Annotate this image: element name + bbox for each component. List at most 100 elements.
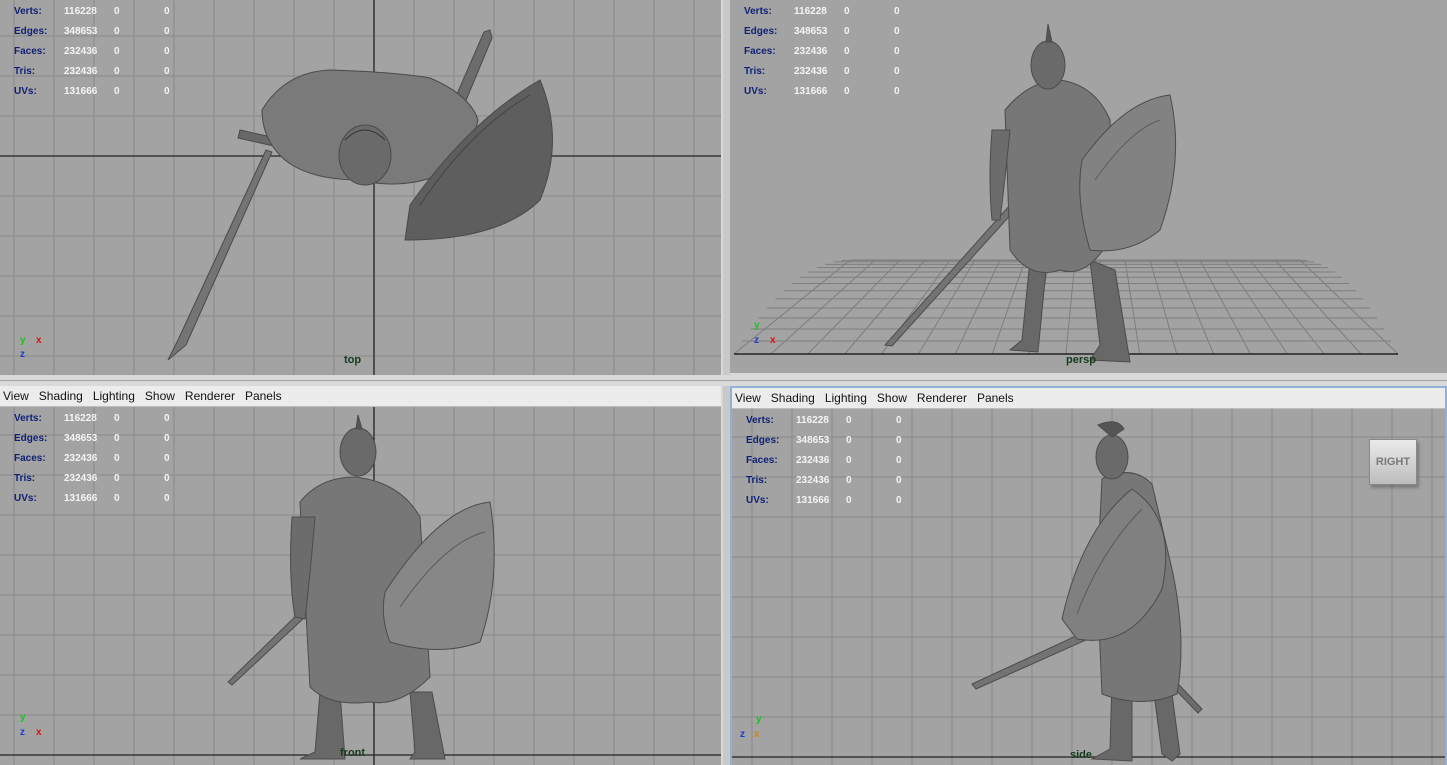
hud-label: Faces:	[746, 455, 778, 466]
menu-shading[interactable]: Shading	[39, 389, 83, 403]
hud-comp: 0	[894, 66, 900, 77]
hud-comp: 0	[164, 46, 170, 57]
axis-y-label: y	[20, 335, 26, 346]
hud-row: Faces: 232436 0 0	[744, 42, 944, 62]
hud-sel: 0	[844, 86, 850, 97]
hud-value: 232436	[794, 46, 828, 57]
menu-renderer[interactable]: Renderer	[185, 389, 235, 403]
menu-view[interactable]: View	[3, 389, 29, 403]
hud-comp: 0	[894, 26, 900, 37]
hud-row: Edges: 348653 0 0	[14, 22, 214, 42]
hud-row: Tris: 232436 0 0	[14, 469, 214, 489]
panel-menubar-side: View Shading Lighting Show Renderer Pane…	[732, 388, 1445, 409]
camera-label-front: front	[340, 747, 366, 759]
viewport-persp[interactable]: Verts: 116228 0 0 Edges: 348653 0 0 Faces: 232436…	[730, 0, 1447, 373]
hud-comp: 0	[164, 66, 170, 77]
viewport-pane-top[interactable]: Verts: 116228 0 0 Edges: 348653 0 0 Faces: 232436…	[0, 0, 723, 375]
viewport-pane-side[interactable]: View Shading Lighting Show Renderer Pane…	[730, 386, 1447, 765]
axis-z-label: z	[754, 335, 759, 346]
hud-sel: 0	[114, 493, 120, 504]
hud-row: Verts: 116228 0 0	[14, 2, 214, 22]
hud-value: 131666	[796, 495, 830, 506]
viewport-top[interactable]: Verts: 116228 0 0 Edges: 348653 0 0 Faces: 232436…	[0, 0, 721, 375]
hud-comp: 0	[896, 435, 902, 446]
hud-row: Edges: 348653 0 0	[14, 429, 214, 449]
hud-comp: 0	[164, 493, 170, 504]
menu-renderer[interactable]: Renderer	[917, 391, 967, 405]
hud-sel: 0	[114, 6, 120, 17]
hud-label: UVs:	[746, 495, 769, 506]
hud-value: 232436	[796, 455, 830, 466]
hud-comp: 0	[164, 433, 170, 444]
hud-label: Edges:	[14, 433, 48, 444]
axis-z-label: z	[20, 349, 25, 360]
hud-comp: 0	[164, 453, 170, 464]
menu-panels[interactable]: Panels	[245, 389, 282, 403]
viewport-side[interactable]: Verts: 116228 0 0 Edges: 348653 0 0 Faces: 232436…	[732, 409, 1445, 765]
hud-label: Tris:	[746, 475, 768, 486]
axis-x-label: x	[36, 335, 42, 346]
hud-value: 116228	[64, 6, 97, 17]
hud-stats-side: Verts: 116228 0 0 Edges: 348653 0 0 Faces: 232436…	[746, 411, 946, 511]
viewport-pane-persp[interactable]: Verts: 116228 0 0 Edges: 348653 0 0 Faces: 232436…	[730, 0, 1447, 375]
hud-sel: 0	[846, 455, 852, 466]
axis-y-label: y	[754, 320, 760, 331]
hud-comp: 0	[164, 413, 170, 424]
menu-lighting[interactable]: Lighting	[93, 389, 135, 403]
hud-value: 348653	[64, 26, 98, 37]
viewport-front[interactable]: Verts: 116228 0 0 Edges: 348653 0 0 Faces: 232436…	[0, 407, 721, 765]
menu-show[interactable]: Show	[145, 389, 175, 403]
hud-comp: 0	[164, 473, 170, 484]
hud-value: 116228	[794, 6, 827, 17]
hud-comp: 0	[896, 495, 902, 506]
hud-comp: 0	[164, 86, 170, 97]
hud-label: Tris:	[14, 66, 36, 77]
hud-row: UVs: 131666 0 0	[744, 82, 944, 102]
hud-label: UVs:	[14, 86, 37, 97]
panel-menubar-front: View Shading Lighting Show Renderer Pane…	[0, 386, 721, 407]
hud-label: Verts:	[744, 6, 772, 17]
viewcube[interactable]: RIGHT	[1369, 439, 1417, 485]
hud-comp: 0	[164, 26, 170, 37]
axis-y-label: y	[20, 712, 26, 723]
hud-sel: 0	[114, 453, 120, 464]
viewport-pane-front[interactable]: View Shading Lighting Show Renderer Pane…	[0, 386, 723, 765]
hud-label: UVs:	[744, 86, 767, 97]
hud-row: Faces: 232436 0 0	[14, 42, 214, 62]
hud-value: 232436	[796, 475, 830, 486]
menu-view[interactable]: View	[735, 391, 761, 405]
hud-sel: 0	[114, 86, 120, 97]
menu-lighting[interactable]: Lighting	[825, 391, 867, 405]
hud-value: 232436	[64, 473, 98, 484]
camera-label-top: top	[344, 354, 362, 366]
axis-y-label: y	[756, 714, 762, 725]
menu-show[interactable]: Show	[877, 391, 907, 405]
hud-value: 348653	[794, 26, 828, 37]
menu-shading[interactable]: Shading	[771, 391, 815, 405]
hud-sel: 0	[114, 433, 120, 444]
hud-label: Tris:	[744, 66, 766, 77]
axis-x-label: x	[754, 729, 760, 740]
model-side-view	[971, 421, 1203, 762]
hud-row: UVs: 131666 0 0	[14, 82, 214, 102]
hud-sel: 0	[844, 6, 850, 17]
axis-x-label: x	[36, 727, 42, 738]
hud-sel: 0	[844, 46, 850, 57]
hud-sel: 0	[114, 413, 120, 424]
hud-value: 348653	[64, 433, 98, 444]
hud-value: 232436	[64, 46, 98, 57]
hud-comp: 0	[896, 455, 902, 466]
hud-comp: 0	[894, 46, 900, 57]
hud-sel: 0	[114, 473, 120, 484]
menu-panels[interactable]: Panels	[977, 391, 1014, 405]
hud-comp: 0	[164, 6, 170, 17]
model-top-view	[167, 29, 553, 361]
camera-label-persp: persp	[1066, 354, 1096, 366]
hud-comp: 0	[894, 86, 900, 97]
hud-sel: 0	[114, 66, 120, 77]
hud-label: Edges:	[744, 26, 778, 37]
hud-label: Faces:	[744, 46, 776, 57]
hud-value: 131666	[64, 493, 98, 504]
hud-label: Edges:	[746, 435, 780, 446]
hud-comp: 0	[896, 415, 902, 426]
